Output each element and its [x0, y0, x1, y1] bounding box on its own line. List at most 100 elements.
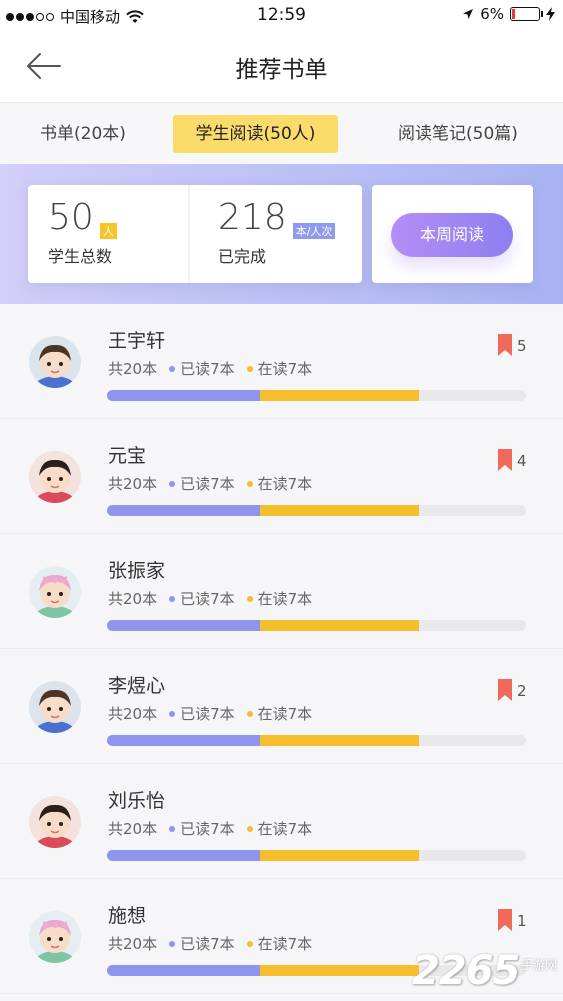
progress-read-segment [107, 965, 260, 976]
student-row[interactable]: 刘乐怡 共20本 已读7本 在读7本 [0, 764, 563, 879]
summary-panel: 50 人 学生总数 218 本/人次 已完成 本周阅读 [0, 164, 563, 304]
reading-dot-icon [246, 595, 253, 602]
stats-divider [188, 185, 190, 283]
charging-icon [546, 7, 555, 21]
battery-icon [510, 7, 543, 21]
stats-card: 50 人 学生总数 218 本/人次 已完成 [28, 185, 362, 283]
student-name: 施想 [108, 905, 147, 927]
status-bar: 中国移动 12:59 6% [0, 0, 563, 30]
reading-dot-icon [246, 940, 253, 947]
page-title: 推荐书单 [235, 57, 328, 83]
read-books: 已读7本 [180, 360, 235, 378]
student-row[interactable]: 王宇轩 共20本 已读7本 在读7本 5 [0, 304, 563, 419]
student-name: 刘乐怡 [108, 790, 166, 812]
progress-read-segment [107, 390, 260, 401]
tab-bar: 书单(20本) 学生阅读(50人) 阅读笔记(50篇) [0, 102, 563, 165]
read-dot-icon [169, 595, 176, 602]
progress-reading-segment [259, 390, 420, 401]
total-books: 共20本 [108, 360, 158, 378]
reading-books: 在读7本 [257, 475, 313, 493]
student-avatar [29, 911, 81, 963]
completed-unit: 本/人次 [292, 223, 336, 239]
student-row[interactable]: 元宝 共20本 已读7本 在读7本 4 [0, 419, 563, 534]
battery-percent: 6% [480, 5, 504, 23]
student-total-stat: 50 人 学生总数 [48, 197, 117, 267]
bookmark-icon[interactable] [498, 334, 512, 356]
reading-dot-icon [246, 710, 253, 717]
status-right: 6% [462, 5, 555, 23]
week-card: 本周阅读 [372, 185, 533, 283]
student-avatar [29, 566, 81, 618]
location-arrow-icon [463, 9, 474, 19]
reading-books: 在读7本 [257, 820, 313, 838]
reading-dot-icon [246, 365, 253, 372]
total-books: 共20本 [108, 475, 158, 493]
reading-progress-bar [107, 390, 526, 401]
progress-reading-segment [259, 505, 420, 516]
completed-label: 已完成 [218, 247, 267, 266]
read-books: 已读7本 [180, 935, 235, 953]
student-reading-meta: 共20本 已读7本 在读7本 [108, 473, 312, 494]
student-avatar [29, 796, 81, 848]
read-books: 已读7本 [180, 475, 235, 493]
read-dot-icon [169, 710, 176, 717]
read-dot-icon [169, 365, 176, 372]
watermark-sub: 手游网 [520, 958, 557, 972]
student-name: 李煜心 [108, 675, 166, 697]
student-row[interactable]: 李煜心 共20本 已读7本 在读7本 2 [0, 649, 563, 764]
bookmark-icon[interactable] [498, 909, 512, 931]
student-avatar [29, 336, 81, 388]
nav-bar: 推荐书单 [0, 30, 563, 102]
student-reading-meta: 共20本 已读7本 在读7本 [108, 588, 312, 609]
progress-read-segment [107, 505, 260, 516]
reading-books: 在读7本 [257, 590, 313, 608]
student-total-label: 学生总数 [48, 247, 113, 266]
tab-reading-notes[interactable]: 阅读笔记(50篇) [378, 115, 538, 153]
tab-book-list[interactable]: 书单(20本) [28, 115, 138, 153]
weekly-reading-button[interactable]: 本周阅读 [391, 213, 513, 257]
reading-progress-bar [107, 620, 526, 631]
student-reading-meta: 共20本 已读7本 在读7本 [108, 933, 312, 954]
read-books: 已读7本 [180, 820, 235, 838]
student-row[interactable]: 张振家 共20本 已读7本 在读7本 [0, 534, 563, 649]
tab-student-reading[interactable]: 学生阅读(50人) [173, 115, 338, 153]
total-books: 共20本 [108, 820, 158, 838]
student-reading-meta: 共20本 已读7本 在读7本 [108, 818, 312, 839]
student-avatar [29, 681, 81, 733]
completed-stat: 218 本/人次 已完成 [218, 197, 336, 267]
student-name: 张振家 [108, 560, 166, 582]
reading-dot-icon [246, 825, 253, 832]
student-total-unit: 人 [99, 223, 117, 239]
progress-reading-segment [259, 850, 420, 861]
total-books: 共20本 [108, 935, 158, 953]
student-avatar [29, 451, 81, 503]
bookmark-icon[interactable] [498, 679, 512, 701]
reading-progress-bar [107, 850, 526, 861]
read-books: 已读7本 [180, 705, 235, 723]
progress-reading-segment [259, 620, 420, 631]
progress-reading-segment [259, 965, 420, 976]
reading-progress-bar [107, 735, 526, 746]
read-books: 已读7本 [180, 590, 235, 608]
completed-value: 218 [218, 197, 287, 238]
reading-dot-icon [246, 480, 253, 487]
reading-books: 在读7本 [257, 360, 313, 378]
student-name: 元宝 [108, 445, 147, 467]
bookmark-count: 1 [517, 912, 527, 930]
bookmark-icon[interactable] [498, 449, 512, 471]
progress-read-segment [107, 620, 260, 631]
student-name: 王宇轩 [108, 330, 166, 352]
reading-books: 在读7本 [257, 705, 313, 723]
total-books: 共20本 [108, 590, 158, 608]
total-books: 共20本 [108, 705, 158, 723]
bookmark-count: 5 [517, 337, 527, 355]
reading-books: 在读7本 [257, 935, 313, 953]
student-total-value: 50 [48, 197, 94, 238]
progress-read-segment [107, 850, 260, 861]
student-reading-meta: 共20本 已读7本 在读7本 [108, 703, 312, 724]
student-list: 王宇轩 共20本 已读7本 在读7本 5 元宝 共20本 已读7本 在读7本 4… [0, 304, 563, 994]
progress-read-segment [107, 735, 260, 746]
watermark: 2265 手游网 [408, 946, 563, 1001]
read-dot-icon [169, 480, 176, 487]
reading-progress-bar [107, 505, 526, 516]
